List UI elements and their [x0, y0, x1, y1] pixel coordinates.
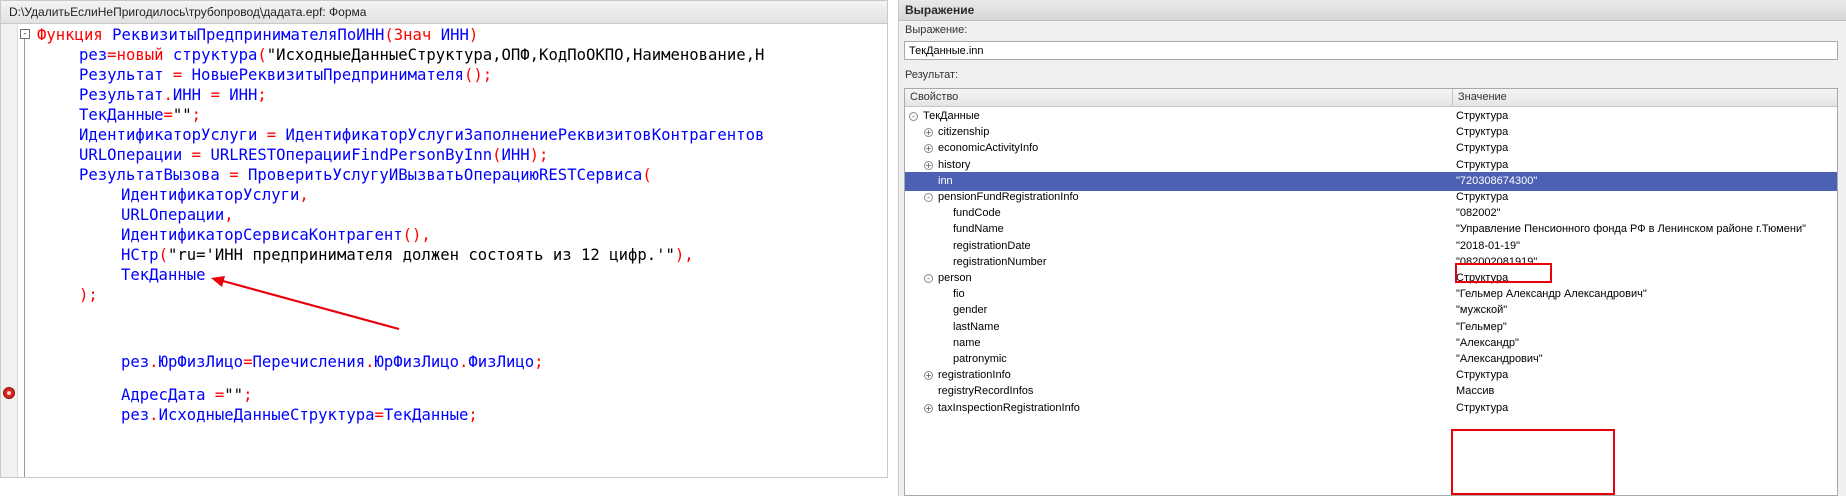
collapse-icon[interactable]: -: [924, 274, 933, 283]
property-name: taxInspectionRegistrationInfo: [938, 401, 1080, 414]
expression-window: Выражение Выражение: Результат: Свойство…: [898, 0, 1846, 496]
table-row[interactable]: + taxInspectionRegistrationInfo Структура: [905, 399, 1837, 418]
annotation-arrow-icon: [211, 276, 400, 331]
expand-icon[interactable]: +: [924, 144, 933, 154]
expression-label: Выражение:: [905, 24, 968, 36]
expand-icon[interactable]: +: [924, 128, 933, 138]
column-header-value[interactable]: Значение: [1453, 89, 1507, 106]
property-value: Структура: [1456, 401, 1509, 414]
highlight-box-person-name: [1451, 429, 1615, 495]
expression-input[interactable]: [904, 41, 1838, 60]
expand-icon[interactable]: +: [924, 160, 933, 170]
collapse-icon[interactable]: -: [924, 193, 933, 202]
result-tree-table[interactable]: Свойство Значение - ТекДанные Структура + ci…: [904, 88, 1838, 496]
column-header-property[interactable]: Свойство: [905, 89, 1453, 106]
expand-icon[interactable]: +: [924, 371, 933, 381]
expand-icon[interactable]: +: [924, 403, 933, 413]
collapse-icon[interactable]: -: [909, 112, 918, 121]
result-table-header: Свойство Значение: [905, 89, 1837, 107]
expression-window-title: Выражение: [899, 0, 1846, 21]
code-editor-window: D:\УдалитьЕслиНеПригодилось\трубопровод\…: [0, 0, 888, 478]
result-label: Результат:: [905, 69, 959, 81]
